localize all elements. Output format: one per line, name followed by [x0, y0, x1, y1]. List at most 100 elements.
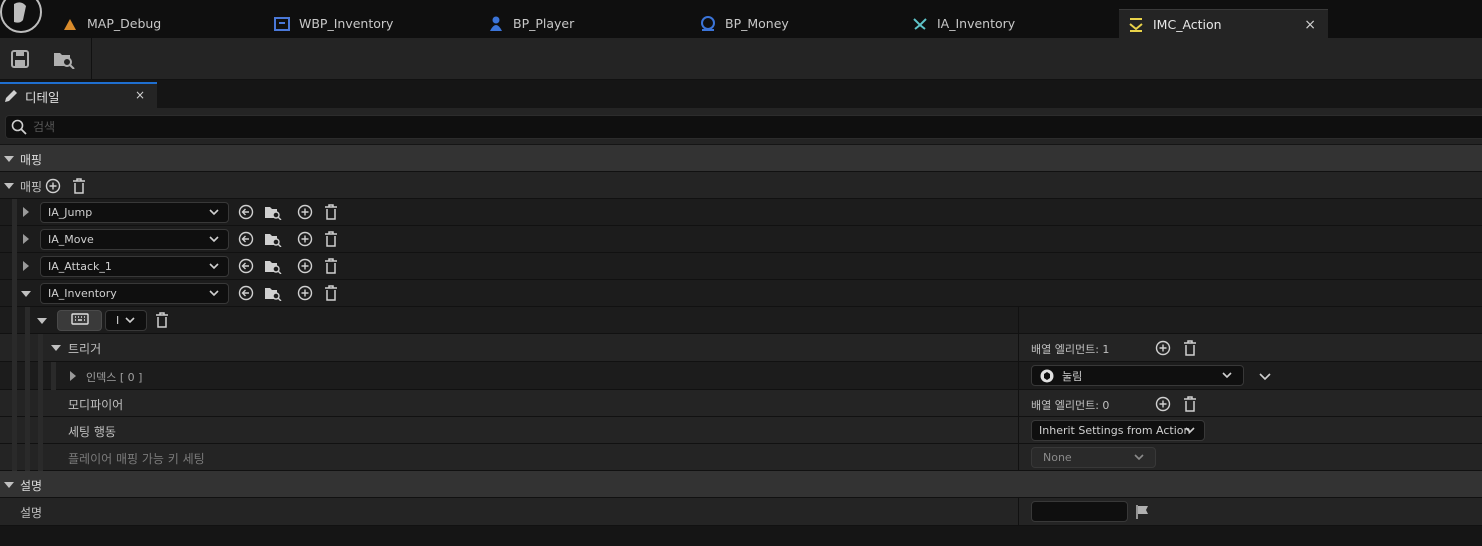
- expand-arrow-icon[interactable]: [23, 207, 29, 217]
- modifiers-row: 모디파이어 배열 엘리먼트: 0: [0, 390, 1482, 417]
- trash-icon[interactable]: [71, 178, 87, 194]
- setting-behavior-value: Inherit Settings from Action: [1039, 424, 1191, 437]
- browse-asset-icon[interactable]: [264, 231, 282, 248]
- action-value: IA_Jump: [48, 206, 93, 219]
- search-icon: [11, 119, 27, 135]
- tab-bp-money[interactable]: BP_Money: [700, 9, 905, 38]
- indent-guide: [38, 362, 43, 390]
- column-splitter[interactable]: [1018, 307, 1019, 334]
- tab-imc-action[interactable]: IMC_Action ×: [1119, 9, 1328, 39]
- add-element-icon[interactable]: [1155, 396, 1171, 412]
- keyboard-icon: [70, 313, 89, 328]
- category-description[interactable]: 설명: [0, 471, 1482, 498]
- tab-wbp-inventory[interactable]: WBP_Inventory: [274, 9, 479, 38]
- expand-arrow-icon[interactable]: [23, 234, 29, 244]
- trash-icon[interactable]: [323, 204, 339, 220]
- trash-icon[interactable]: [323, 231, 339, 247]
- use-selected-asset-icon[interactable]: [238, 204, 254, 220]
- expand-arrow-icon[interactable]: [70, 371, 76, 381]
- player-mappable-row: 플레이어 매핑 가능 키 세팅 None: [0, 444, 1482, 471]
- expand-arrow-icon[interactable]: [51, 345, 61, 351]
- expand-arrow-icon[interactable]: [4, 183, 14, 189]
- panel-empty-area: [0, 526, 1482, 546]
- expand-options-chevron-icon[interactable]: [1258, 368, 1274, 384]
- add-element-icon[interactable]: [1155, 340, 1171, 356]
- browse-to-asset-icon[interactable]: [53, 49, 75, 70]
- level-map-icon: [62, 16, 78, 32]
- use-selected-asset-icon[interactable]: [238, 258, 254, 274]
- chevron-down-icon: [124, 313, 136, 330]
- description-text-field[interactable]: [1031, 501, 1128, 522]
- close-tab-icon[interactable]: ×: [1304, 17, 1316, 33]
- action-combo[interactable]: IA_Inventory: [40, 283, 229, 304]
- trigger-class-combo[interactable]: 눌림: [1031, 365, 1244, 386]
- chevron-down-icon: [208, 286, 220, 303]
- player-mappable-label: 플레이어 매핑 가능 키 세팅: [68, 452, 205, 466]
- tab-bp-player[interactable]: BP_Player: [488, 9, 693, 38]
- key-combo[interactable]: I: [105, 310, 147, 331]
- tab-label: MAP_Debug: [87, 16, 162, 31]
- action-combo[interactable]: IA_Move: [40, 229, 229, 250]
- key-selector-button[interactable]: [57, 310, 102, 331]
- pencil-edit-icon: [4, 89, 18, 103]
- browse-asset-icon[interactable]: [264, 285, 282, 302]
- browse-asset-icon[interactable]: [264, 258, 282, 275]
- indent-guide: [25, 334, 30, 362]
- trash-icon[interactable]: [154, 312, 170, 328]
- indent-guide: [12, 280, 17, 307]
- category-mapping[interactable]: 매핑: [0, 145, 1482, 172]
- expand-arrow-icon[interactable]: [21, 291, 31, 297]
- indent-guide: [25, 362, 30, 390]
- add-element-icon[interactable]: [297, 258, 313, 274]
- add-element-icon[interactable]: [297, 285, 313, 301]
- details-search-row: [0, 108, 1482, 144]
- panel-tab-row: 디테일 ×: [0, 80, 1482, 108]
- add-element-icon[interactable]: [297, 204, 313, 220]
- expand-arrow-icon[interactable]: [37, 318, 47, 324]
- close-panel-icon[interactable]: ×: [135, 88, 145, 102]
- mappings-array-row: 매핑: [0, 172, 1482, 199]
- use-selected-asset-icon[interactable]: [238, 231, 254, 247]
- trash-icon[interactable]: [1182, 396, 1198, 412]
- indent-guide: [51, 362, 56, 390]
- expand-arrow-icon[interactable]: [23, 261, 29, 271]
- unreal-engine-logo-icon[interactable]: [0, 0, 43, 33]
- character-blueprint-icon: [488, 16, 504, 32]
- indent-guide: [12, 390, 17, 417]
- column-splitter[interactable]: [1018, 362, 1019, 390]
- expand-arrow-icon[interactable]: [4, 156, 14, 162]
- use-selected-asset-icon[interactable]: [238, 285, 254, 301]
- details-panel-tab[interactable]: 디테일 ×: [0, 82, 157, 108]
- search-box[interactable]: [5, 115, 1482, 139]
- indent-guide: [25, 390, 30, 417]
- actor-blueprint-icon: [700, 15, 716, 32]
- column-splitter[interactable]: [1018, 390, 1019, 417]
- column-splitter[interactable]: [1018, 498, 1019, 526]
- column-splitter[interactable]: [1018, 334, 1019, 362]
- column-splitter[interactable]: [1018, 417, 1019, 444]
- trigger-class-value: 눌림: [1062, 369, 1083, 383]
- search-input[interactable]: [27, 119, 1435, 135]
- tab-label: IA_Inventory: [937, 16, 1016, 31]
- add-element-icon[interactable]: [297, 231, 313, 247]
- column-splitter[interactable]: [1018, 444, 1019, 471]
- expand-arrow-icon[interactable]: [4, 482, 14, 488]
- save-icon[interactable]: [10, 49, 30, 69]
- mapping-row: IA_Attack_1: [0, 253, 1482, 280]
- action-combo[interactable]: IA_Attack_1: [40, 256, 229, 277]
- tab-label: BP_Money: [725, 16, 789, 31]
- browse-asset-icon[interactable]: [264, 204, 282, 221]
- tab-map-debug[interactable]: MAP_Debug: [62, 9, 267, 38]
- setting-behavior-combo[interactable]: Inherit Settings from Action: [1031, 420, 1205, 441]
- action-combo[interactable]: IA_Jump: [40, 202, 229, 223]
- localization-flag-icon[interactable]: [1135, 504, 1151, 520]
- add-element-icon[interactable]: [45, 178, 61, 194]
- mapping-row-expanded: IA_Inventory: [0, 280, 1482, 307]
- player-mappable-value: None: [1043, 451, 1072, 464]
- description-label: 설명: [20, 506, 43, 520]
- trash-icon[interactable]: [1182, 340, 1198, 356]
- trash-icon[interactable]: [323, 258, 339, 274]
- triggers-label: 트리거: [68, 342, 102, 356]
- tab-ia-inventory[interactable]: IA_Inventory: [912, 9, 1117, 38]
- trash-icon[interactable]: [323, 285, 339, 301]
